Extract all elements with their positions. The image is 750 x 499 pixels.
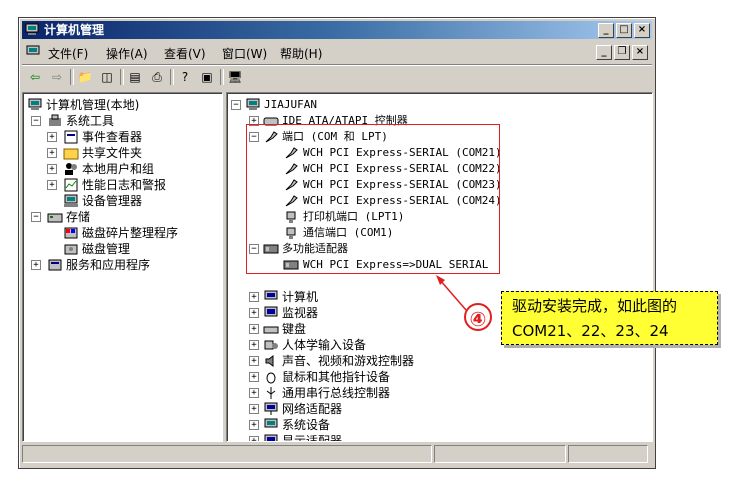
callout-note: 驱动安装完成，如此图的 COM21、22、23、24 xyxy=(501,291,718,345)
callout-line1: 驱动安装完成，如此图的 xyxy=(512,297,678,315)
step-number-badge: ④ xyxy=(464,303,492,331)
callout-line2: COM21、22、23、24 xyxy=(512,322,669,340)
callout-arrow xyxy=(436,275,467,311)
